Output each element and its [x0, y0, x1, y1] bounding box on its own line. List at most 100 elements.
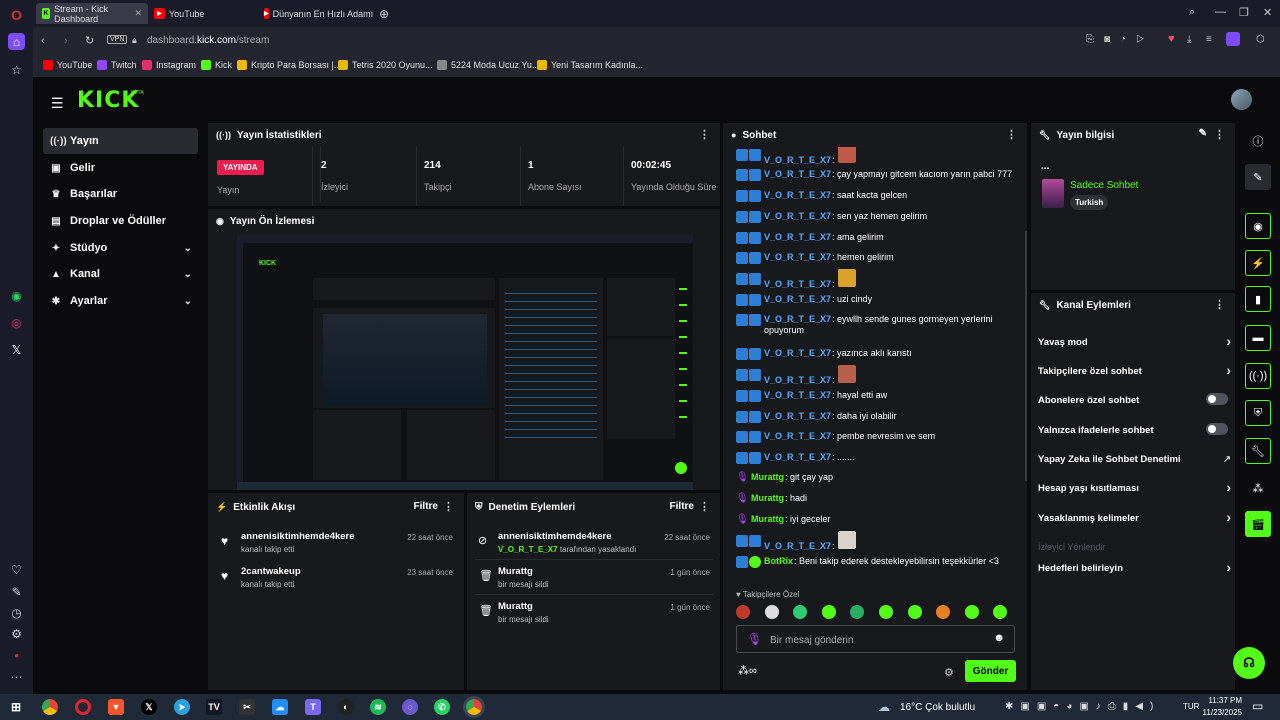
- broadcast-icon[interactable]: ((·)): [1245, 363, 1271, 389]
- chat-username[interactable]: V_O_R_T_E_X7: [764, 348, 831, 358]
- chat-username[interactable]: V_O_R_T_E_X7: [764, 155, 831, 165]
- x-icon[interactable]: 𝕏: [141, 699, 157, 715]
- emote[interactable]: [837, 147, 856, 163]
- category-link[interactable]: Sadece Sohbet: [1070, 180, 1138, 191]
- opera-icon[interactable]: [75, 699, 91, 715]
- restore-icon[interactable]: ❐: [1239, 6, 1249, 19]
- channel-action-item[interactable]: Yalnızca ifadelerle sohbet: [1038, 423, 1228, 436]
- nav-item-kanal[interactable]: ▲ Kanal ⌄: [43, 261, 198, 287]
- chat-username[interactable]: Murattg: [751, 493, 784, 503]
- brave-icon[interactable]: ▼: [108, 699, 124, 715]
- nav-item-basarilar[interactable]: ♛ Başarılar: [43, 181, 198, 207]
- home-icon[interactable]: ⌂: [8, 33, 25, 50]
- nav-item-studyo[interactable]: ✦ Stüdyo ⌄: [43, 235, 198, 261]
- moderation-target[interactable]: V_O_R_T_E_X7: [498, 545, 558, 554]
- whatsapp-icon[interactable]: ◉: [8, 287, 25, 304]
- language-indicator[interactable]: TUR: [1183, 702, 1199, 711]
- emote[interactable]: [837, 269, 856, 287]
- edit-icon[interactable]: ✎: [8, 583, 25, 600]
- chat-username[interactable]: V_O_R_T_E_X7: [764, 279, 831, 289]
- chat-username[interactable]: V_O_R_T_E_X7: [764, 390, 831, 400]
- search-icon[interactable]: ⌕: [1189, 6, 1195, 19]
- channel-action-item[interactable]: Yasaklanmış kelimeler ›: [1038, 509, 1231, 525]
- chat-username[interactable]: V_O_R_T_E_X7: [764, 431, 831, 441]
- send-button[interactable]: Gönder: [965, 660, 1016, 682]
- emote-button[interactable]: [936, 605, 951, 619]
- nav-item-yayin[interactable]: ((·)) Yayın: [43, 128, 198, 154]
- windows-start-icon[interactable]: ⊞: [8, 699, 24, 715]
- emote-button[interactable]: [764, 605, 779, 619]
- tab-youtube[interactable]: ▶ YouTube: [148, 3, 258, 24]
- chat-username[interactable]: V_O_R_T_E_X7: [764, 169, 831, 179]
- close-icon[interactable]: ✕: [134, 8, 142, 19]
- bookmark-tasarim[interactable]: Yeni Tasarım Kadınla...: [537, 60, 643, 70]
- tag-badge[interactable]: Turkish: [1070, 195, 1109, 210]
- ublock-icon[interactable]: ●: [8, 647, 25, 664]
- edit-icon[interactable]: ✎: [1199, 128, 1207, 139]
- reload-icon[interactable]: ↻: [85, 34, 94, 47]
- address-actions[interactable]: ⎘◙◔▷: [1086, 34, 1154, 45]
- chat-input[interactable]: 🎙︎ Bir mesaj gönderin ☻: [736, 625, 1015, 653]
- hamburger-menu-icon[interactable]: ☰: [51, 95, 64, 112]
- x-icon[interactable]: 𝕏: [8, 341, 25, 358]
- forward-icon[interactable]: ›: [64, 35, 68, 47]
- toggle-switch[interactable]: [1206, 393, 1228, 405]
- channel-action-item[interactable]: Takipçilere özel sohbet ›: [1038, 362, 1231, 378]
- filter-button[interactable]: Filtre: [670, 501, 694, 512]
- bookmark-twitch[interactable]: Twitch: [97, 60, 137, 70]
- nav-item-ayarlar[interactable]: ✱ Ayarlar ⌄: [43, 288, 198, 314]
- tab-video[interactable]: ▶ Dünyanın En Hızlı Adamı: [258, 3, 374, 24]
- filter-button[interactable]: Filtre: [414, 501, 438, 512]
- emote-button[interactable]: [821, 605, 836, 619]
- points-icon[interactable]: ⁂∞: [738, 664, 757, 677]
- clapper-icon[interactable]: 🎬︎: [1245, 511, 1271, 537]
- chat-scrollbar[interactable]: [1025, 231, 1027, 481]
- emote-button[interactable]: [879, 605, 893, 619]
- emote-button[interactable]: [964, 605, 979, 619]
- emote-button[interactable]: [993, 605, 1008, 619]
- chat-username[interactable]: V_O_R_T_E_X7: [764, 232, 831, 242]
- cloud-icon[interactable]: ☁: [272, 699, 288, 715]
- obs-icon[interactable]: ◐: [338, 699, 354, 715]
- info-icon[interactable]: ⓘ: [1245, 128, 1271, 154]
- bookmark-tetris[interactable]: Tetris 2020 Oyunu...: [338, 60, 433, 70]
- bookmark-kick[interactable]: Kick: [201, 60, 232, 70]
- avatar[interactable]: [1231, 89, 1252, 110]
- emoji-icon[interactable]: ☻: [993, 632, 1005, 644]
- preview-icon[interactable]: ◉: [1245, 213, 1271, 239]
- chat-username[interactable]: V_O_R_T_E_X7: [764, 541, 831, 551]
- minimize-icon[interactable]: —: [1215, 6, 1226, 18]
- settings-icon[interactable]: ⚙: [8, 625, 25, 642]
- download-icon[interactable]: ⤓: [1187, 34, 1191, 45]
- lightning-icon[interactable]: ⚡: [1245, 250, 1271, 276]
- heart-icon[interactable]: ♡: [8, 561, 25, 578]
- spotify-icon[interactable]: ≋: [370, 699, 386, 715]
- kebab-menu-icon[interactable]: ⋮: [699, 500, 710, 513]
- kebab-menu-icon[interactable]: ⋮: [1214, 128, 1225, 141]
- profile-icon[interactable]: [1226, 32, 1240, 46]
- url-field[interactable]: dashboard.kick.com/stream: [147, 35, 269, 46]
- points-icon[interactable]: ⁂: [1245, 475, 1271, 501]
- kebab-menu-icon[interactable]: ⋮: [699, 128, 710, 141]
- chat-username[interactable]: V_O_R_T_E_X7: [764, 294, 831, 304]
- channel-action-item[interactable]: Hesap yaşı kısıtlaması ›: [1038, 479, 1231, 495]
- menu-icon[interactable]: ≡: [1206, 34, 1212, 45]
- bookmark-kripto[interactable]: Kripto Para Borsası |...: [237, 60, 341, 70]
- channel-action-item[interactable]: Yapay Zeka ile Sohbet Denetimi ↗: [1038, 454, 1231, 465]
- tradingview-icon[interactable]: TV: [206, 699, 222, 715]
- chat-icon[interactable]: ▬: [1245, 325, 1271, 351]
- close-window-icon[interactable]: ✕: [1263, 6, 1272, 19]
- kebab-menu-icon[interactable]: ⋮: [1214, 298, 1225, 311]
- trophy-icon[interactable]: ▮: [1245, 286, 1271, 312]
- back-icon[interactable]: ‹: [41, 35, 45, 47]
- toggle-switch[interactable]: [1206, 423, 1228, 435]
- bookmark-youtube[interactable]: YouTube: [43, 60, 92, 70]
- speed-dial-icon[interactable]: ☆: [8, 61, 25, 78]
- chat-username[interactable]: BotRix: [764, 556, 793, 566]
- opera-logo-icon[interactable]: O: [8, 6, 25, 23]
- wrench-icon[interactable]: 🔧︎: [1245, 438, 1271, 464]
- emote-button[interactable]: [793, 605, 808, 619]
- bookmark-moda[interactable]: 5224 Moda Ucuz Yu...: [437, 60, 539, 70]
- chat-username[interactable]: V_O_R_T_E_X7: [764, 452, 831, 462]
- new-tab-button[interactable]: ⊕: [375, 3, 393, 24]
